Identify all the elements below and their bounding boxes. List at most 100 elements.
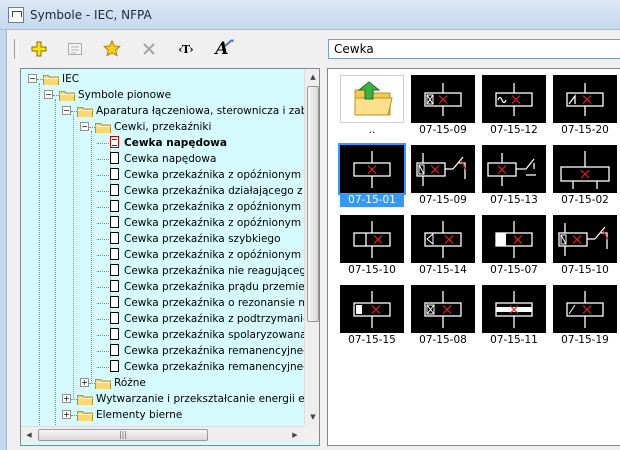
tree-guide-line [97, 351, 111, 352]
tree-item[interactable]: Cewka przekaźnika z opóźnionym p [21, 247, 304, 263]
symbol-tile[interactable]: 07-15-19 [553, 285, 617, 347]
tree-horizontal-scrollbar[interactable]: ◀ ||| ▶ [21, 426, 304, 442]
tree-item[interactable]: Cewka przekaźnika działającego z [21, 183, 304, 199]
symbol-tile[interactable]: 07-15-12 [482, 75, 546, 137]
add-button[interactable] [27, 38, 51, 60]
symbol-preview-icon [482, 215, 546, 263]
symbol-grid[interactable]: .. 07-15-09 07-15-12 07-15-20 07-15-01 07-15-… [327, 68, 620, 446]
tree-guide-line [97, 287, 111, 288]
tree-item[interactable]: Cewka przekaźnika remanencyjneg [21, 359, 304, 375]
symbol-tile[interactable]: 07-15-15 [340, 285, 404, 347]
tree-item[interactable]: Cewka przekaźnika szybkiego [21, 231, 304, 247]
collapse-icon[interactable]: − [80, 122, 89, 131]
search-input[interactable]: Cewka [328, 39, 620, 59]
tree-vertical-scrollbar[interactable]: ▲ ▼ [304, 69, 319, 430]
symbol-tile[interactable]: 07-15-01 [338, 143, 406, 207]
symbol-tile[interactable]: 07-15-10 [340, 215, 404, 277]
toolbar-grip-icon[interactable] [14, 39, 18, 59]
tree-item[interactable]: Cewka przekaźnika spolaryzowana [21, 327, 304, 343]
symbol-preview-icon [553, 285, 617, 333]
tile-label: 07-15-11 [490, 334, 538, 346]
tile-label: 07-15-10 [561, 264, 609, 276]
tree-guide-line [97, 271, 111, 272]
tree-item-label: Cewka przekaźnika prądu przemien [124, 281, 304, 293]
folder-icon [77, 107, 93, 117]
symbol-preview-icon [411, 215, 475, 263]
symbol-tile[interactable]: 07-15-09 [411, 75, 475, 137]
tile-label: 07-15-09 [419, 124, 467, 136]
tree-item[interactable]: Cewka przekaźnika z opóźnionym z [21, 215, 304, 231]
vertical-scroll-thumb[interactable] [307, 86, 319, 322]
font-button[interactable]: A [210, 38, 234, 60]
properties-button[interactable] [63, 38, 87, 60]
tree-item[interactable]: Cewka napędowa [21, 135, 304, 151]
tree-guide-line [97, 191, 111, 192]
tree-guide-line [97, 335, 111, 336]
symbol-tile[interactable]: 07-15-09 [411, 145, 475, 207]
symbol-tile[interactable]: 07-15-14 [411, 215, 475, 277]
scroll-up-icon[interactable]: ▲ [305, 69, 319, 85]
tree-item[interactable]: Cewka przekaźnika z opóźnionym p [21, 167, 304, 183]
tree-item-label: Cewka przekaźnika z opóźnionym p [124, 249, 304, 261]
tree-item[interactable]: Cewka przekaźnika prądu przemien [21, 279, 304, 295]
tree-item-label: Elementy bierne [96, 409, 183, 421]
collapse-icon[interactable]: − [44, 90, 53, 99]
tree-item-label: Cewka przekaźnika remanencyjneg [124, 361, 304, 373]
expand-icon[interactable]: + [62, 394, 71, 403]
tree-guide-line [97, 303, 111, 304]
tree-item[interactable]: Cewka napędowa [21, 151, 304, 167]
tree-item[interactable]: + Różne [21, 375, 304, 391]
symbol-tile[interactable]: 07-15-02 [553, 145, 617, 207]
tile-label: 07-15-12 [490, 124, 538, 136]
document-icon [110, 280, 119, 292]
tree-guide-line [97, 143, 111, 144]
tree-item[interactable]: Cewka przekaźnika remanencyjneg [21, 343, 304, 359]
tree-item[interactable]: Cewka przekaźnika z podtrzymanie [21, 311, 304, 327]
document-icon [110, 136, 119, 148]
symbol-tile[interactable]: 07-15-08 [411, 285, 475, 347]
horizontal-scroll-thumb[interactable]: ||| [38, 429, 208, 441]
delete-button[interactable] [137, 38, 161, 60]
star-icon [103, 40, 121, 57]
document-icon [110, 248, 119, 260]
symbol-tile[interactable]: 07-15-13 [482, 145, 546, 207]
collapse-icon[interactable]: − [28, 74, 37, 83]
tree-item-label: Aparatura łączeniowa, sterownicza i zabe… [96, 105, 304, 117]
document-icon [110, 296, 119, 308]
symbol-tile[interactable]: 07-15-11 [482, 285, 546, 347]
scroll-right-icon[interactable]: ▶ [287, 427, 303, 443]
tree-item[interactable]: + Wytwarzanie i przekształcanie energii e… [21, 391, 304, 407]
tile-label: 07-15-13 [490, 194, 538, 206]
tree-item[interactable]: Cewka przekaźnika nie reagującego [21, 263, 304, 279]
symbol-tile[interactable]: 07-15-10 [553, 215, 617, 277]
tree-item[interactable]: − Aparatura łączeniowa, sterownicza i zab… [21, 103, 304, 119]
document-icon [110, 200, 119, 212]
plus-icon [31, 41, 47, 57]
tile-label: 07-15-10 [348, 264, 396, 276]
tree-item[interactable]: Cewka przekaźnika o rezonansie m [21, 295, 304, 311]
favorite-button[interactable] [100, 38, 124, 60]
text-tag-button[interactable]: ‹T› [174, 38, 198, 60]
tree-item[interactable]: + Elementy bierne [21, 407, 304, 423]
symbol-tile[interactable]: 07-15-07 [482, 215, 546, 277]
tree-item[interactable]: − Symbole pionowe [21, 87, 304, 103]
document-icon [110, 264, 119, 276]
document-icon [110, 328, 119, 340]
symbol-preview-icon [482, 75, 546, 123]
symbol-preview-icon [482, 285, 546, 333]
scroll-left-icon[interactable]: ◀ [21, 427, 37, 443]
expand-icon[interactable]: + [80, 378, 89, 387]
symbol-preview-icon [482, 145, 546, 193]
title-bar[interactable]: Symbole - IEC, NFPA [0, 0, 620, 30]
scroll-down-icon[interactable]: ▼ [305, 409, 319, 425]
expand-icon[interactable]: + [62, 410, 71, 419]
tree-item[interactable]: +Symbole poziome [21, 423, 304, 425]
tree-item[interactable]: − IEC [21, 71, 304, 87]
tree-item[interactable]: − Cewki, przekaźniki [21, 119, 304, 135]
parent-folder-tile[interactable]: .. [340, 75, 404, 137]
tree-item[interactable]: Cewka przekaźnika z opóźnionym z [21, 199, 304, 215]
font-sparkle-icon [224, 39, 234, 47]
category-tree[interactable]: − IEC − Symbole pionowe − Aparatura łączeniow… [20, 68, 320, 446]
collapse-icon[interactable]: − [62, 106, 71, 115]
symbol-tile[interactable]: 07-15-20 [553, 75, 617, 137]
